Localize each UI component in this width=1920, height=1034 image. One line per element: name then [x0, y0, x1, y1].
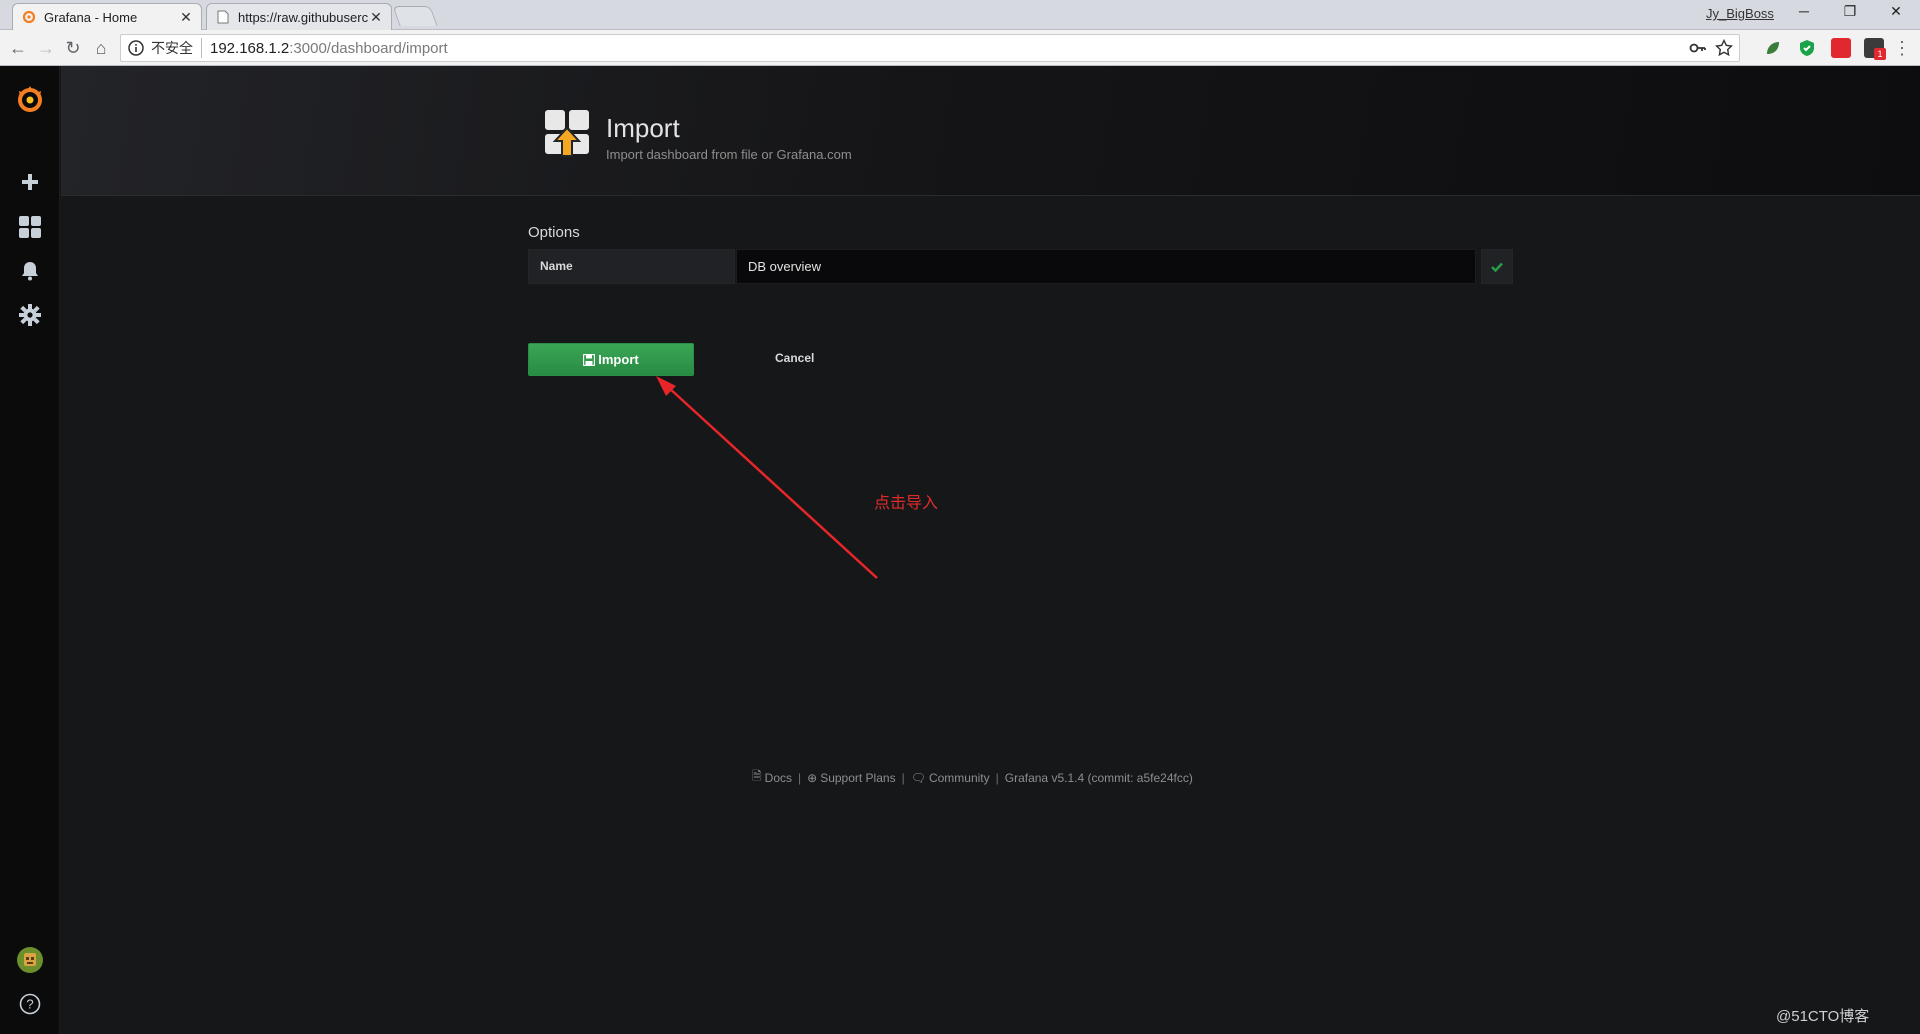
annotation-text: 点击导入	[874, 495, 939, 512]
watermark: @51CTO博客	[1776, 1008, 1870, 1025]
annotation-arrow	[656, 376, 878, 579]
